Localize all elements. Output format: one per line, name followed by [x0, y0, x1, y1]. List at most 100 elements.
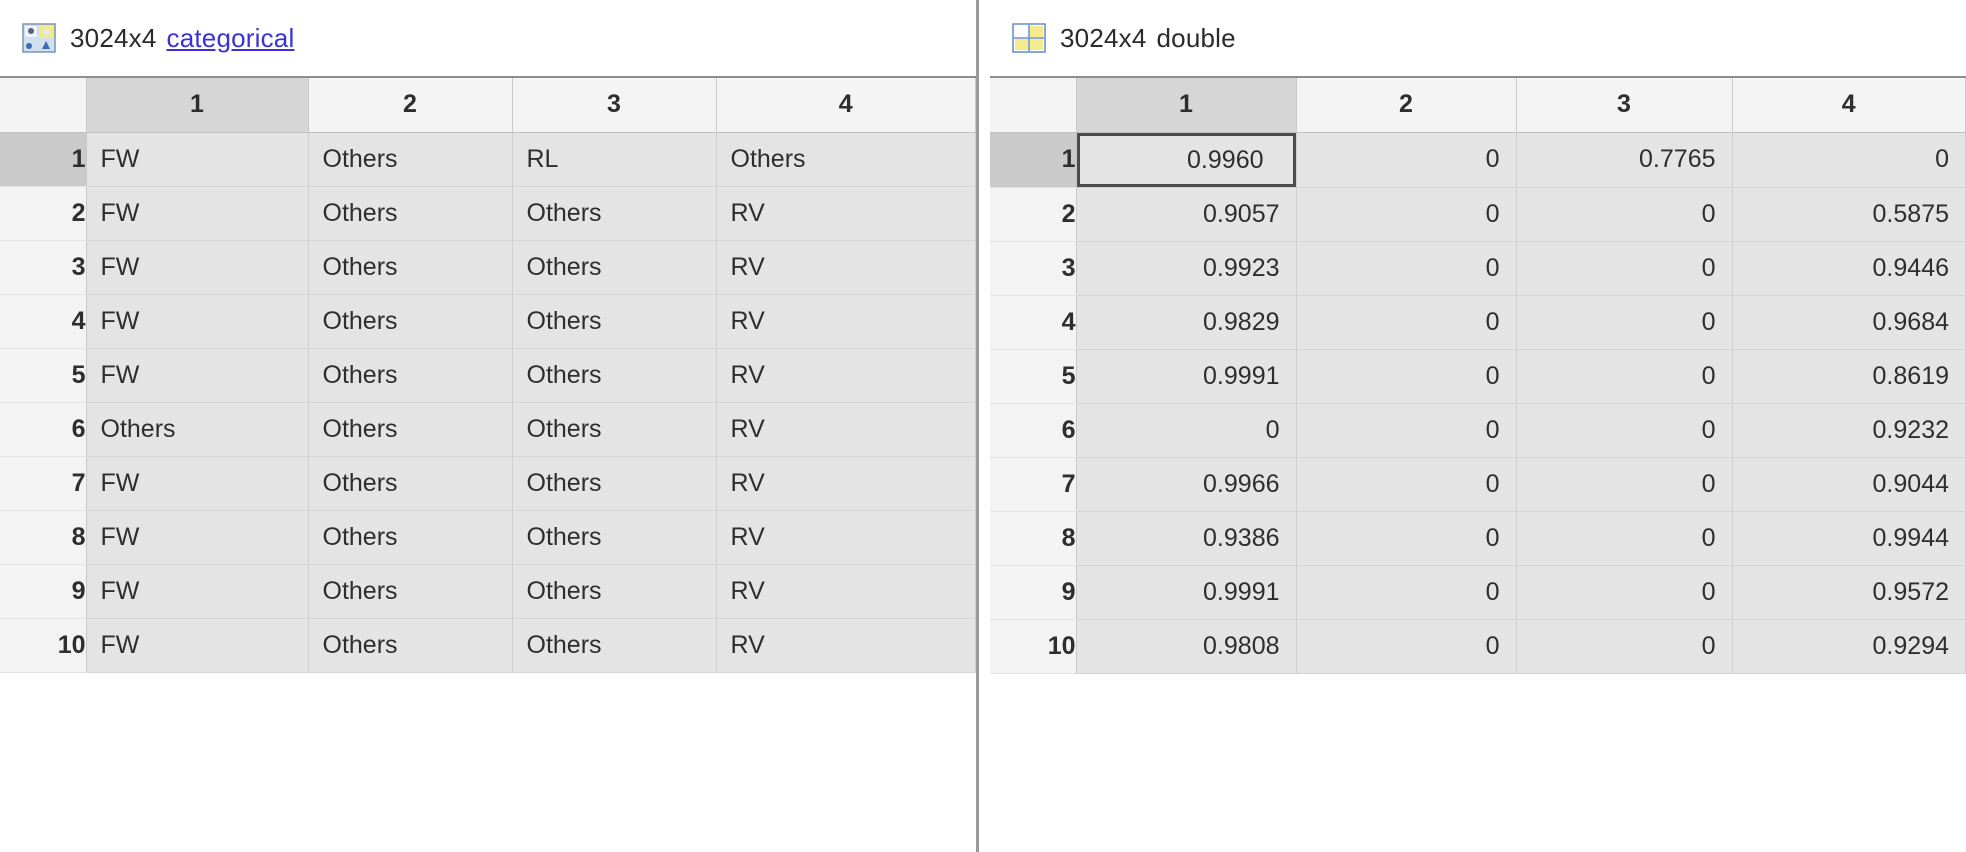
- right-cell-6-4[interactable]: 0.9232: [1732, 403, 1966, 458]
- right-cell-2-2[interactable]: 0: [1296, 187, 1517, 242]
- table-row[interactable]: 9 FW Others Others RV: [0, 564, 976, 619]
- table-row[interactable]: 8 FW Others Others RV: [0, 510, 976, 565]
- left-row-header-3[interactable]: 3: [0, 240, 87, 295]
- table-row[interactable]: 3 0.9923 0 0 0.9446: [990, 241, 1966, 296]
- table-row[interactable]: 6 Others Others Others RV: [0, 402, 976, 457]
- left-cell-5-3[interactable]: Others: [512, 348, 717, 403]
- right-cell-9-3[interactable]: 0: [1516, 565, 1733, 620]
- left-cell-4-4[interactable]: RV: [716, 294, 976, 349]
- panel-splitter[interactable]: [976, 0, 990, 852]
- right-row-header-7[interactable]: 7: [990, 457, 1077, 512]
- table-row[interactable]: 2 FW Others Others RV: [0, 186, 976, 241]
- left-corner-cell[interactable]: [0, 78, 87, 133]
- right-cell-4-3[interactable]: 0: [1516, 295, 1733, 350]
- table-row[interactable]: 5 FW Others Others RV: [0, 348, 976, 403]
- table-row[interactable]: 1 FW Others RL Others: [0, 132, 976, 187]
- right-cell-10-1[interactable]: 0.9808: [1076, 619, 1297, 674]
- left-row-header-9[interactable]: 9: [0, 564, 87, 619]
- right-row-header-6[interactable]: 6: [990, 403, 1077, 458]
- left-column-header-1[interactable]: 1: [86, 78, 309, 133]
- table-row[interactable]: 4 FW Others Others RV: [0, 294, 976, 349]
- right-cell-1-2[interactable]: 0: [1296, 132, 1517, 188]
- table-row[interactable]: 9 0.9991 0 0 0.9572: [990, 565, 1966, 620]
- left-cell-8-2[interactable]: Others: [308, 510, 513, 565]
- left-variable-type-link[interactable]: categorical: [167, 23, 295, 53]
- right-cell-5-4[interactable]: 0.8619: [1732, 349, 1966, 404]
- table-row[interactable]: 10 0.9808 0 0 0.9294: [990, 619, 1966, 674]
- right-cell-8-3[interactable]: 0: [1516, 511, 1733, 566]
- left-cell-2-2[interactable]: Others: [308, 186, 513, 241]
- right-cell-2-4[interactable]: 0.5875: [1732, 187, 1966, 242]
- left-row-header-6[interactable]: 6: [0, 402, 87, 457]
- table-row[interactable]: 1 0.9960 0 0.7765 0: [990, 132, 1966, 188]
- left-grid[interactable]: 1 2 3 4 1 FW Others RL Others 2 FW Other…: [0, 76, 976, 852]
- left-row-header-1[interactable]: 1: [0, 132, 87, 187]
- left-row-header-8[interactable]: 8: [0, 510, 87, 565]
- left-column-header-3[interactable]: 3: [512, 78, 717, 133]
- table-row[interactable]: 4 0.9829 0 0 0.9684: [990, 295, 1966, 350]
- left-column-header-2[interactable]: 2: [308, 78, 513, 133]
- table-row[interactable]: 7 0.9966 0 0 0.9044: [990, 457, 1966, 512]
- table-row[interactable]: 6 0 0 0 0.9232: [990, 403, 1966, 458]
- left-cell-5-2[interactable]: Others: [308, 348, 513, 403]
- right-cell-3-1[interactable]: 0.9923: [1076, 241, 1297, 296]
- left-cell-6-1[interactable]: Others: [86, 402, 309, 457]
- right-cell-4-4[interactable]: 0.9684: [1732, 295, 1966, 350]
- left-cell-8-4[interactable]: RV: [716, 510, 976, 565]
- right-row-header-10[interactable]: 10: [990, 619, 1077, 674]
- left-cell-8-1[interactable]: FW: [86, 510, 309, 565]
- left-row-header-10[interactable]: 10: [0, 618, 87, 673]
- left-row-header-7[interactable]: 7: [0, 456, 87, 511]
- left-cell-2-4[interactable]: RV: [716, 186, 976, 241]
- table-row[interactable]: 8 0.9386 0 0 0.9944: [990, 511, 1966, 566]
- left-column-header-4[interactable]: 4: [716, 78, 976, 133]
- right-cell-7-4[interactable]: 0.9044: [1732, 457, 1966, 512]
- right-row-header-5[interactable]: 5: [990, 349, 1077, 404]
- table-row[interactable]: 3 FW Others Others RV: [0, 240, 976, 295]
- right-cell-2-1[interactable]: 0.9057: [1076, 187, 1297, 242]
- right-row-header-1[interactable]: 1: [990, 132, 1077, 188]
- left-cell-9-4[interactable]: RV: [716, 564, 976, 619]
- right-column-header-1[interactable]: 1: [1076, 78, 1297, 133]
- right-cell-5-3[interactable]: 0: [1516, 349, 1733, 404]
- left-row-header-2[interactable]: 2: [0, 186, 87, 241]
- right-cell-5-1[interactable]: 0.9991: [1076, 349, 1297, 404]
- left-cell-9-3[interactable]: Others: [512, 564, 717, 619]
- table-row[interactable]: 7 FW Others Others RV: [0, 456, 976, 511]
- right-cell-6-2[interactable]: 0: [1296, 403, 1517, 458]
- left-cell-10-1[interactable]: FW: [86, 618, 309, 673]
- right-cell-8-4[interactable]: 0.9944: [1732, 511, 1966, 566]
- right-corner-cell[interactable]: [990, 78, 1077, 133]
- left-cell-3-3[interactable]: Others: [512, 240, 717, 295]
- right-cell-3-2[interactable]: 0: [1296, 241, 1517, 296]
- right-row-header-4[interactable]: 4: [990, 295, 1077, 350]
- right-cell-1-1[interactable]: 0.9960: [1076, 132, 1297, 188]
- left-cell-10-4[interactable]: RV: [716, 618, 976, 673]
- right-cell-3-3[interactable]: 0: [1516, 241, 1733, 296]
- left-cell-3-4[interactable]: RV: [716, 240, 976, 295]
- left-cell-1-2[interactable]: Others: [308, 132, 513, 187]
- left-cell-1-4[interactable]: Others: [716, 132, 976, 187]
- right-cell-2-3[interactable]: 0: [1516, 187, 1733, 242]
- right-cell-7-2[interactable]: 0: [1296, 457, 1517, 512]
- table-row[interactable]: 10 FW Others Others RV: [0, 618, 976, 673]
- right-cell-3-4[interactable]: 0.9446: [1732, 241, 1966, 296]
- right-cell-6-3[interactable]: 0: [1516, 403, 1733, 458]
- right-cell-8-2[interactable]: 0: [1296, 511, 1517, 566]
- left-row-header-5[interactable]: 5: [0, 348, 87, 403]
- left-cell-10-2[interactable]: Others: [308, 618, 513, 673]
- right-grid[interactable]: 1 2 3 4 1 0.9960 0 0.7765 0 2 0.9057 0 0…: [990, 76, 1966, 852]
- right-cell-7-1[interactable]: 0.9966: [1076, 457, 1297, 512]
- left-row-header-4[interactable]: 4: [0, 294, 87, 349]
- left-cell-6-2[interactable]: Others: [308, 402, 513, 457]
- left-cell-6-4[interactable]: RV: [716, 402, 976, 457]
- left-cell-3-1[interactable]: FW: [86, 240, 309, 295]
- right-cell-9-2[interactable]: 0: [1296, 565, 1517, 620]
- right-cell-4-2[interactable]: 0: [1296, 295, 1517, 350]
- right-cell-1-3[interactable]: 0.7765: [1516, 132, 1733, 188]
- right-cell-8-1[interactable]: 0.9386: [1076, 511, 1297, 566]
- right-row-header-9[interactable]: 9: [990, 565, 1077, 620]
- left-cell-2-1[interactable]: FW: [86, 186, 309, 241]
- left-cell-3-2[interactable]: Others: [308, 240, 513, 295]
- left-cell-7-1[interactable]: FW: [86, 456, 309, 511]
